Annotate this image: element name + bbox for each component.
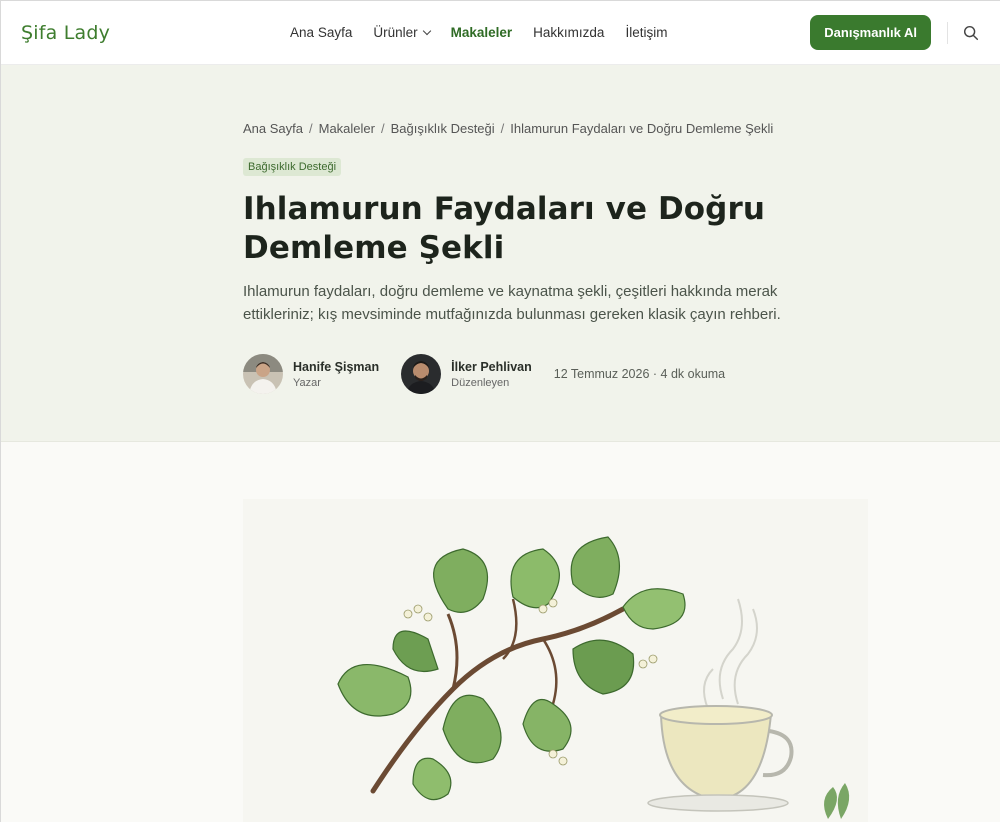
breadcrumb-current: Ihlamurun Faydaları ve Doğru Demleme Şek… (510, 121, 774, 136)
header-divider (947, 21, 948, 44)
author-card[interactable]: Hanife Şişman Yazar (243, 354, 379, 394)
editor-role: Düzenleyen (451, 376, 510, 389)
breadcrumb-home[interactable]: Ana Sayfa (243, 121, 303, 136)
breadcrumb-separator: / (309, 121, 313, 136)
editor-card[interactable]: İlker Pehlivan Düzenleyen (401, 354, 532, 394)
category-tag[interactable]: Bağışıklık Desteği (243, 158, 342, 176)
chevron-down-icon (422, 26, 431, 36)
nav-products-label: Ürünler (373, 25, 418, 40)
avatar (243, 354, 283, 394)
nav-contact[interactable]: İletişim (625, 25, 667, 40)
nav-about[interactable]: Hakkımızda (533, 25, 604, 40)
article-lead: Ihlamurun faydaları, doğru demleme ve ka… (243, 283, 781, 323)
nav-home[interactable]: Ana Sayfa (290, 25, 352, 40)
site-header: Şifa Lady Ana Sayfa Ürünler Makaleler Ha… (1, 1, 1000, 65)
article-hero-image (243, 499, 868, 822)
editor-name: İlker Pehlivan (451, 359, 532, 374)
search-button[interactable] (962, 24, 980, 42)
author-role: Yazar (293, 376, 321, 389)
search-icon (963, 25, 979, 40)
site-logo[interactable]: Şifa Lady (21, 22, 110, 44)
nav-articles[interactable]: Makaleler (451, 25, 513, 40)
author-name: Hanife Şişman (293, 359, 380, 374)
publish-date-readtime: 12 Temmuz 2026 · 4 dk okuma (553, 367, 726, 381)
breadcrumb-articles[interactable]: Makaleler (319, 121, 375, 136)
avatar (401, 354, 442, 394)
breadcrumb-category[interactable]: Bağışıklık Desteği (391, 121, 495, 136)
page-title: Ihlamurun Faydaları ve Doğru Demleme Şek… (243, 191, 766, 266)
article-meta: Hanife Şişman Yazar İlker Pehlivan Düzen… (243, 354, 1000, 394)
breadcrumb: Ana Sayfa / Makaleler / Bağışıklık Deste… (243, 121, 1000, 136)
nav-products[interactable]: Ürünler (373, 25, 431, 40)
breadcrumb-separator: / (380, 121, 385, 136)
linden-tea-illustration (337, 536, 850, 819)
consultation-button[interactable]: Danışmanlık Al (810, 15, 931, 50)
article-hero: Ana Sayfa / Makaleler / Bağışıklık Deste… (1, 65, 1000, 442)
page: Şifa Lady Ana Sayfa Ürünler Makaleler Ha… (0, 0, 1000, 822)
main-nav: Ana Sayfa Ürünler Makaleler Hakkımızda İ… (290, 25, 667, 40)
breadcrumb-separator: / (500, 121, 505, 136)
